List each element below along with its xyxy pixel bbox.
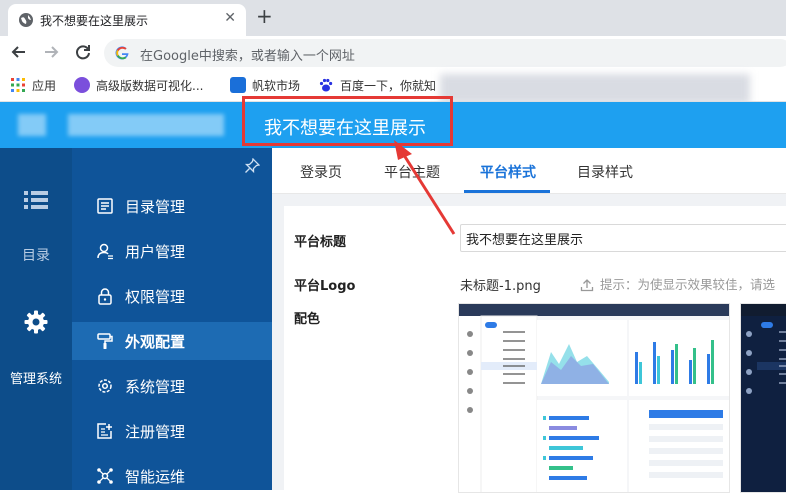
register-icon	[97, 423, 112, 439]
bookmark-baidu[interactable]: 百度一下，你就知	[318, 77, 436, 95]
logo-label: 平台Logo	[294, 279, 356, 294]
ops-icon	[97, 468, 113, 484]
menu-item-system[interactable]: 系统管理	[72, 367, 272, 405]
gear-icon[interactable]	[24, 310, 48, 334]
new-tab-button[interactable]: +	[256, 4, 273, 28]
visualization-icon	[74, 77, 90, 93]
fanruan-icon	[230, 77, 246, 93]
brush-icon	[97, 333, 113, 349]
menu-item-users[interactable]: 用户管理	[72, 232, 272, 270]
baidu-paw-icon	[319, 78, 333, 92]
bookmark-fanruan[interactable]: 帆软市场	[230, 77, 300, 95]
settings-tabs: 登录页 平台主题 平台样式 目录样式	[272, 148, 786, 194]
platform-title-input[interactable]	[460, 224, 786, 252]
upload-icon	[580, 279, 594, 292]
browser-tab[interactable]: 我不想要在这里展示 ✕	[8, 4, 246, 36]
light-theme-preview[interactable]	[458, 303, 730, 493]
logo-file-name[interactable]: 未标题-1.png	[460, 275, 541, 294]
bookmark-label: 帆软市场	[252, 79, 301, 93]
menu-item-catalog[interactable]: 目录管理	[72, 187, 272, 225]
bookmark-label: 应用	[32, 79, 57, 93]
main-content: 登录页 平台主题 平台样式 目录样式 平台标题 平台Logo 未标题-1.png…	[272, 148, 786, 496]
bookmark-visualization[interactable]: 高级版数据可视化...	[74, 77, 203, 95]
redacted-logo	[18, 114, 46, 136]
rail-system-label[interactable]: 管理系统	[0, 368, 72, 387]
google-g-icon	[115, 46, 129, 60]
menu-item-label: 智能运维	[125, 468, 186, 486]
reload-icon[interactable]	[72, 41, 94, 63]
close-tab-icon[interactable]: ✕	[224, 10, 236, 26]
menu-item-label: 目录管理	[125, 198, 186, 216]
active-tab-indicator	[464, 190, 550, 193]
back-arrow-icon[interactable]	[8, 41, 30, 63]
tab-login-page[interactable]: 登录页	[300, 162, 342, 182]
address-bar[interactable]: 在Google中搜索，或者输入一个网址	[104, 39, 786, 67]
redacted-company-name	[68, 114, 224, 136]
upload-hint-text: 提示：为使显示效果较佳，请选	[600, 277, 776, 292]
pin-icon[interactable]	[244, 158, 260, 174]
upload-hint[interactable]: 提示：为使显示效果较佳，请选	[580, 274, 775, 293]
globe-icon	[19, 13, 33, 27]
menu-item-label: 权限管理	[125, 288, 186, 306]
tab-catalog-style[interactable]: 目录样式	[577, 162, 633, 182]
bookmark-label: 高级版数据可视化...	[96, 79, 204, 93]
dark-theme-thumbnail	[741, 304, 786, 492]
redacted-bookmarks	[440, 74, 750, 104]
bookmark-label: 百度一下，你就知	[340, 79, 437, 93]
browser-toolbar: 在Google中搜索，或者输入一个网址	[0, 36, 786, 68]
platform-style-form: 平台标题 平台Logo 未标题-1.png 提示：为使显示效果较佳，请选 配色	[284, 206, 786, 496]
secondary-nav-menu: 目录管理 用户管理 权限管理 外观配置 系统管理 注册管理 智能运维	[72, 148, 272, 490]
tab-title: 我不想要在这里展示	[40, 14, 149, 28]
menu-item-label: 注册管理	[125, 423, 186, 441]
browser-tab-strip: 我不想要在这里展示 ✕ +	[0, 0, 786, 36]
menu-item-permissions[interactable]: 权限管理	[72, 277, 272, 315]
menu-item-label: 外观配置	[125, 333, 186, 351]
dark-theme-preview[interactable]	[740, 303, 786, 493]
annotation-arrow-icon	[394, 140, 456, 235]
color-label: 配色	[294, 312, 321, 327]
bookmark-apps[interactable]: 应用	[10, 77, 56, 95]
menu-item-label: 系统管理	[125, 378, 186, 396]
catalog-icon	[97, 198, 113, 214]
lock-icon	[98, 288, 112, 305]
apps-grid-icon	[11, 78, 25, 92]
forward-arrow-icon[interactable]	[40, 41, 62, 63]
gear-icon	[98, 379, 112, 393]
menu-item-label: 用户管理	[125, 243, 186, 261]
user-icon	[97, 243, 113, 260]
menu-item-appearance[interactable]: 外观配置	[72, 322, 272, 360]
menu-item-ops[interactable]: 智能运维	[72, 457, 272, 495]
title-label: 平台标题	[294, 235, 347, 250]
menu-item-registration[interactable]: 注册管理	[72, 412, 272, 450]
light-theme-thumbnail	[459, 304, 729, 492]
omnibox-placeholder: 在Google中搜索，或者输入一个网址	[140, 49, 355, 64]
primary-nav-rail: 目录 管理系统	[0, 148, 72, 490]
list-icon[interactable]	[24, 190, 48, 210]
rail-catalog-label[interactable]: 目录	[0, 245, 72, 265]
tab-platform-style[interactable]: 平台样式	[480, 162, 536, 182]
